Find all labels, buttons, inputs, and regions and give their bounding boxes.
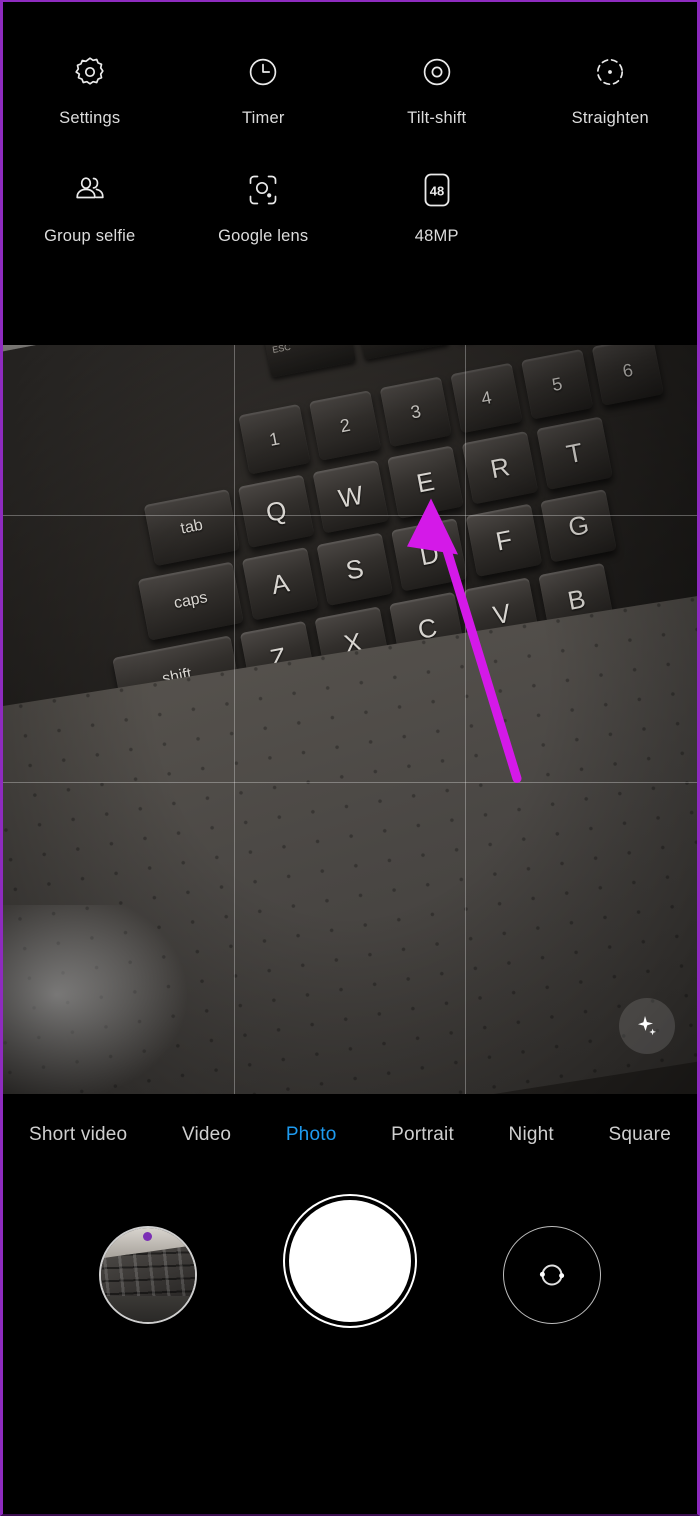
two-people-icon bbox=[68, 168, 112, 212]
option-label: Group selfie bbox=[44, 227, 136, 245]
options-row-1: Settings Timer Tilt-shift Straighten bbox=[3, 2, 697, 128]
mode-photo[interactable]: Photo bbox=[286, 1124, 337, 1146]
option-label: Straighten bbox=[571, 109, 649, 127]
mode-square[interactable]: Square bbox=[609, 1124, 671, 1146]
ai-sparkle-button[interactable] bbox=[619, 998, 675, 1054]
option-tilt-shift[interactable]: Tilt-shift bbox=[350, 50, 524, 128]
viewfinder-preview-image: ESC F1 F2 F3 F4 F5 1 2 3 4 5 6 tab bbox=[3, 345, 697, 1094]
option-label: Google lens bbox=[218, 227, 309, 245]
camera-bottom-bar: Short video Video Photo Portrait Night S… bbox=[3, 1094, 697, 1514]
48-badge-icon: 48 bbox=[415, 168, 459, 212]
camera-app-screen: Settings Timer Tilt-shift Straighten Gro… bbox=[0, 0, 700, 1516]
option-label: Timer bbox=[241, 109, 285, 127]
camera-viewfinder[interactable]: ESC F1 F2 F3 F4 F5 1 2 3 4 5 6 tab bbox=[3, 345, 697, 1094]
gallery-thumbnail-button[interactable] bbox=[99, 1226, 197, 1324]
mode-selector[interactable]: Short video Video Photo Portrait Night S… bbox=[3, 1094, 697, 1146]
sparkle-icon bbox=[638, 1016, 656, 1036]
option-48mp[interactable]: 48 48MP bbox=[350, 168, 524, 246]
option-straighten[interactable]: Straighten bbox=[524, 50, 698, 128]
grid-line-vertical-1 bbox=[234, 345, 235, 1094]
gear-icon bbox=[68, 50, 112, 94]
flip-camera-button[interactable] bbox=[503, 1226, 601, 1324]
option-group-selfie[interactable]: Group selfie bbox=[3, 168, 177, 246]
shutter-button[interactable] bbox=[289, 1200, 411, 1322]
camera-options-panel: Settings Timer Tilt-shift Straighten Gro… bbox=[3, 2, 697, 345]
mode-night[interactable]: Night bbox=[509, 1124, 554, 1146]
grid-line-horizontal-1 bbox=[3, 515, 697, 516]
grid-line-horizontal-2 bbox=[3, 782, 697, 783]
mode-video[interactable]: Video bbox=[182, 1124, 231, 1146]
thumbnail-preview bbox=[101, 1228, 195, 1322]
grid-line-vertical-2 bbox=[465, 345, 466, 1094]
clock-icon bbox=[241, 50, 285, 94]
svg-text:48: 48 bbox=[430, 184, 444, 199]
concentric-circle-icon bbox=[415, 50, 459, 94]
camera-flip-icon bbox=[539, 1264, 565, 1286]
option-label: Settings bbox=[59, 109, 121, 127]
mode-short-video[interactable]: Short video bbox=[29, 1124, 127, 1146]
option-label: 48MP bbox=[414, 227, 459, 245]
options-row-2: Group selfie Google lens 48 48MP bbox=[3, 128, 697, 246]
lens-frame-icon bbox=[241, 168, 285, 212]
dashed-circle-dot-icon bbox=[588, 50, 632, 94]
capture-controls bbox=[3, 1190, 697, 1400]
mode-portrait[interactable]: Portrait bbox=[391, 1124, 454, 1146]
option-label: Tilt-shift bbox=[407, 109, 467, 127]
option-settings[interactable]: Settings bbox=[3, 50, 177, 128]
option-timer[interactable]: Timer bbox=[177, 50, 351, 128]
option-google-lens[interactable]: Google lens bbox=[177, 168, 351, 246]
